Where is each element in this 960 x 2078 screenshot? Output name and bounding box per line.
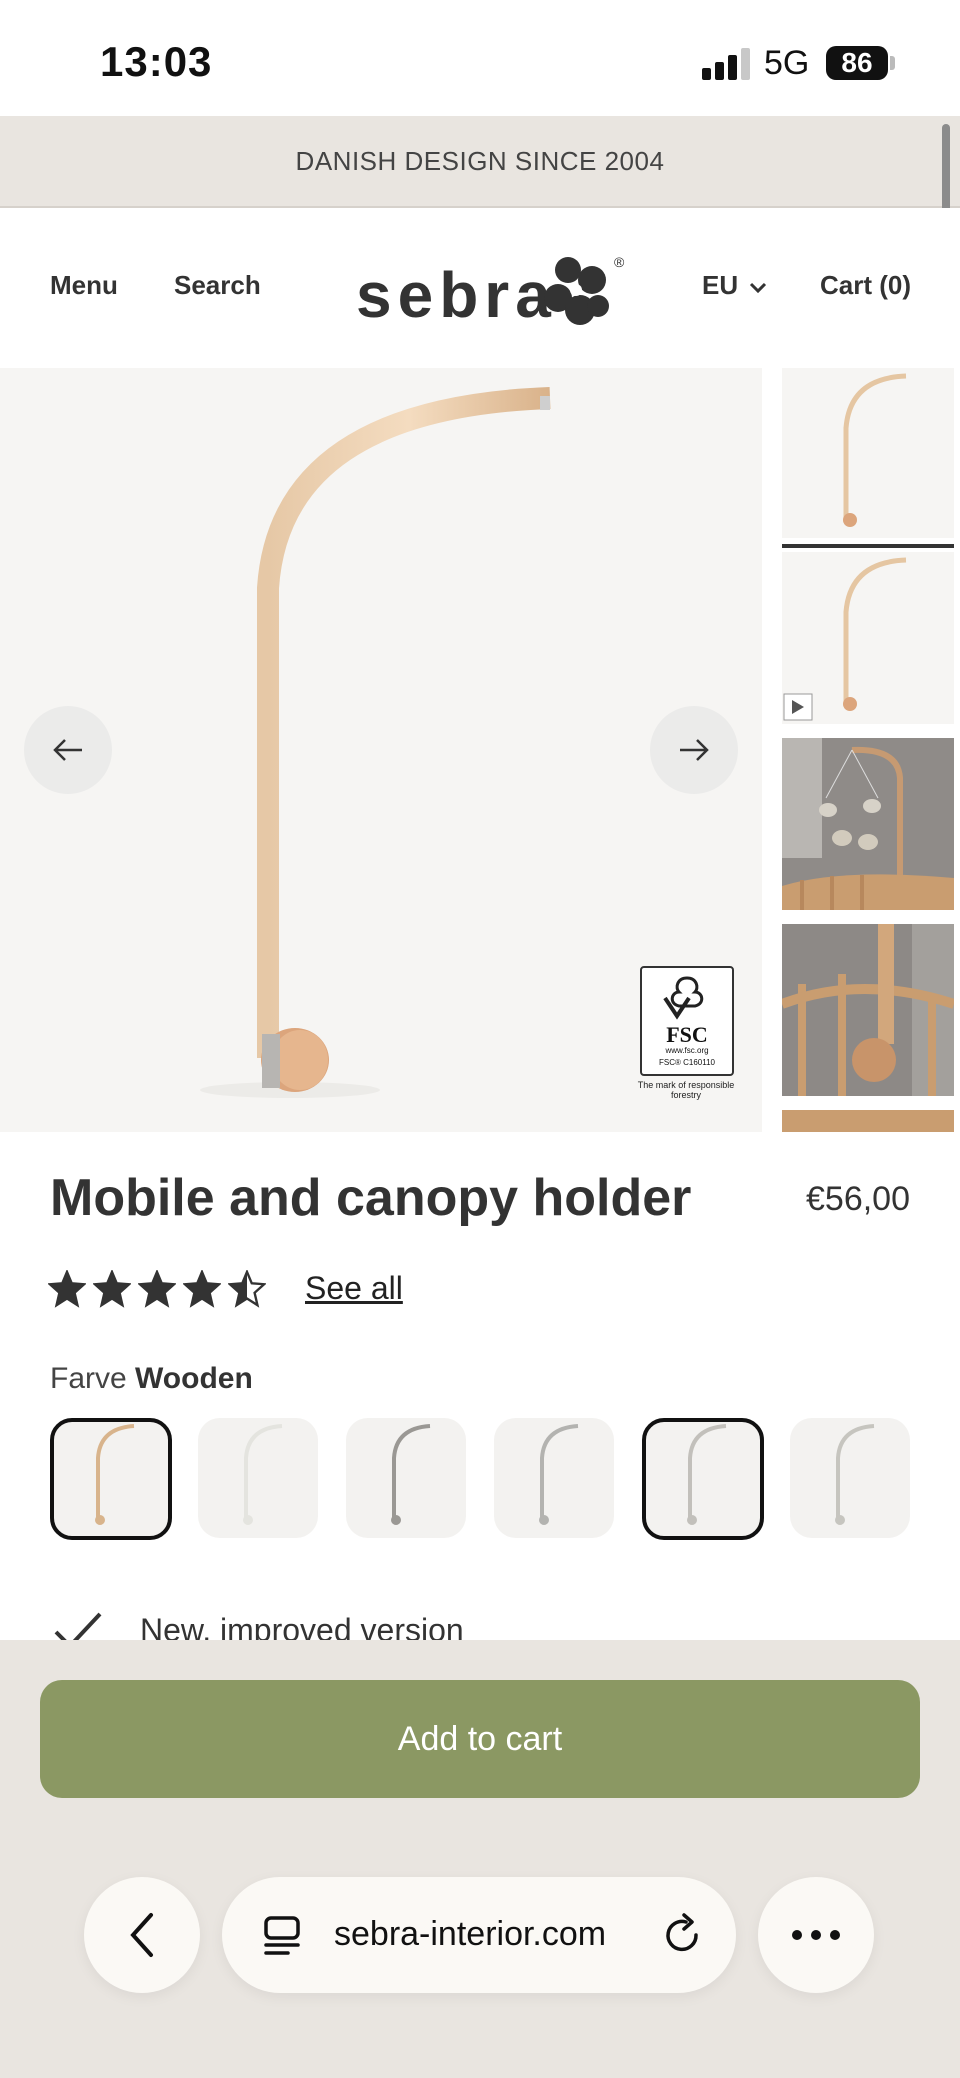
add-to-cart-button[interactable]: Add to cart <box>40 1680 920 1798</box>
thumbnail-image <box>843 373 907 527</box>
logo-flower-icon <box>544 257 609 325</box>
thumbnail-1[interactable] <box>782 368 954 538</box>
fsc-url: www.fsc.org <box>665 1046 709 1055</box>
color-value: Wooden <box>135 1362 253 1395</box>
star-icon <box>183 1270 221 1308</box>
next-image-button[interactable] <box>650 706 738 794</box>
swatch-image <box>539 1424 579 1525</box>
thumbnail-image <box>782 738 954 910</box>
thumbnail-3[interactable] <box>782 738 954 910</box>
search-link[interactable]: Search <box>174 270 261 301</box>
thumbnail-image <box>783 557 907 721</box>
color-swatch[interactable] <box>790 1418 910 1538</box>
address-bar[interactable]: sebra-interior.com <box>222 1877 736 1993</box>
thumbnail-image <box>782 924 954 1096</box>
battery-icon: 86 <box>826 46 888 80</box>
prev-image-button[interactable] <box>24 706 112 794</box>
product-gallery: FSC www.fsc.org FSC® C160110 The mark of… <box>0 368 762 1132</box>
fsc-badge: FSC www.fsc.org FSC® C160110 The mark of… <box>638 966 734 1100</box>
color-label-text: Farve <box>50 1362 127 1395</box>
rating-stars <box>48 1270 266 1308</box>
thumbnail-strip <box>782 368 954 1132</box>
color-swatch[interactable] <box>198 1418 318 1538</box>
status-bar: 13:03 5G 86 <box>0 0 960 116</box>
clock: 13:03 <box>100 38 213 85</box>
browser-back-button[interactable] <box>84 1877 200 1993</box>
product-price: €56,00 <box>806 1180 910 1218</box>
color-swatch[interactable] <box>642 1418 764 1540</box>
region-selector[interactable]: EU <box>702 270 767 301</box>
product-title: Mobile and canopy holder <box>50 1169 692 1227</box>
chevron-left-icon <box>130 1913 153 1957</box>
region-label: EU <box>702 270 739 300</box>
color-label: Farve Wooden <box>50 1362 253 1396</box>
more-options-button[interactable] <box>758 1877 874 1993</box>
thumbnail-4[interactable] <box>782 924 954 1096</box>
fsc-code: FSC® C160110 <box>659 1058 715 1067</box>
star-icon <box>93 1270 131 1308</box>
signal-icon <box>702 48 752 80</box>
arrow-right-icon <box>680 739 709 761</box>
tabs-icon <box>264 1916 300 1955</box>
site-header: Menu Search sebra ® EU Cart (0) <box>0 208 960 368</box>
battery-tip <box>890 56 895 70</box>
color-swatch[interactable] <box>50 1418 172 1540</box>
swatch-image <box>391 1424 431 1525</box>
cart-link[interactable]: Cart (0) <box>820 270 911 301</box>
swatch-image <box>95 1424 135 1525</box>
star-icon <box>228 1270 266 1308</box>
logo-wordmark: sebra <box>356 259 557 331</box>
network-type: 5G <box>764 44 810 82</box>
swatch-image <box>687 1424 727 1525</box>
thumbnail-2-video[interactable] <box>782 552 954 724</box>
see-all-reviews-link[interactable]: See all <box>305 1270 403 1307</box>
color-swatch[interactable] <box>494 1418 614 1538</box>
star-icon <box>138 1270 176 1308</box>
menu-link[interactable]: Menu <box>50 270 118 301</box>
reload-icon[interactable] <box>662 1913 704 1957</box>
swatch-image <box>243 1424 283 1525</box>
thumbnail-active-indicator <box>782 544 954 548</box>
swatch-image <box>835 1424 875 1525</box>
fsc-caption: The mark of responsible forestry <box>637 1080 735 1100</box>
announcement-banner: DANISH DESIGN SINCE 2004 <box>0 116 960 208</box>
chevron-down-icon <box>750 282 767 294</box>
url-text: sebra-interior.com <box>334 1915 607 1953</box>
fsc-tree-icon <box>663 976 704 1020</box>
registered-mark: ® <box>614 254 625 270</box>
star-icon <box>48 1270 86 1308</box>
thumbnail-5[interactable] <box>782 1110 954 1132</box>
fsc-label: FSC <box>666 1022 708 1047</box>
color-swatch[interactable] <box>346 1418 466 1538</box>
more-dots-icon <box>792 1930 840 1940</box>
arrow-left-icon <box>53 739 82 761</box>
